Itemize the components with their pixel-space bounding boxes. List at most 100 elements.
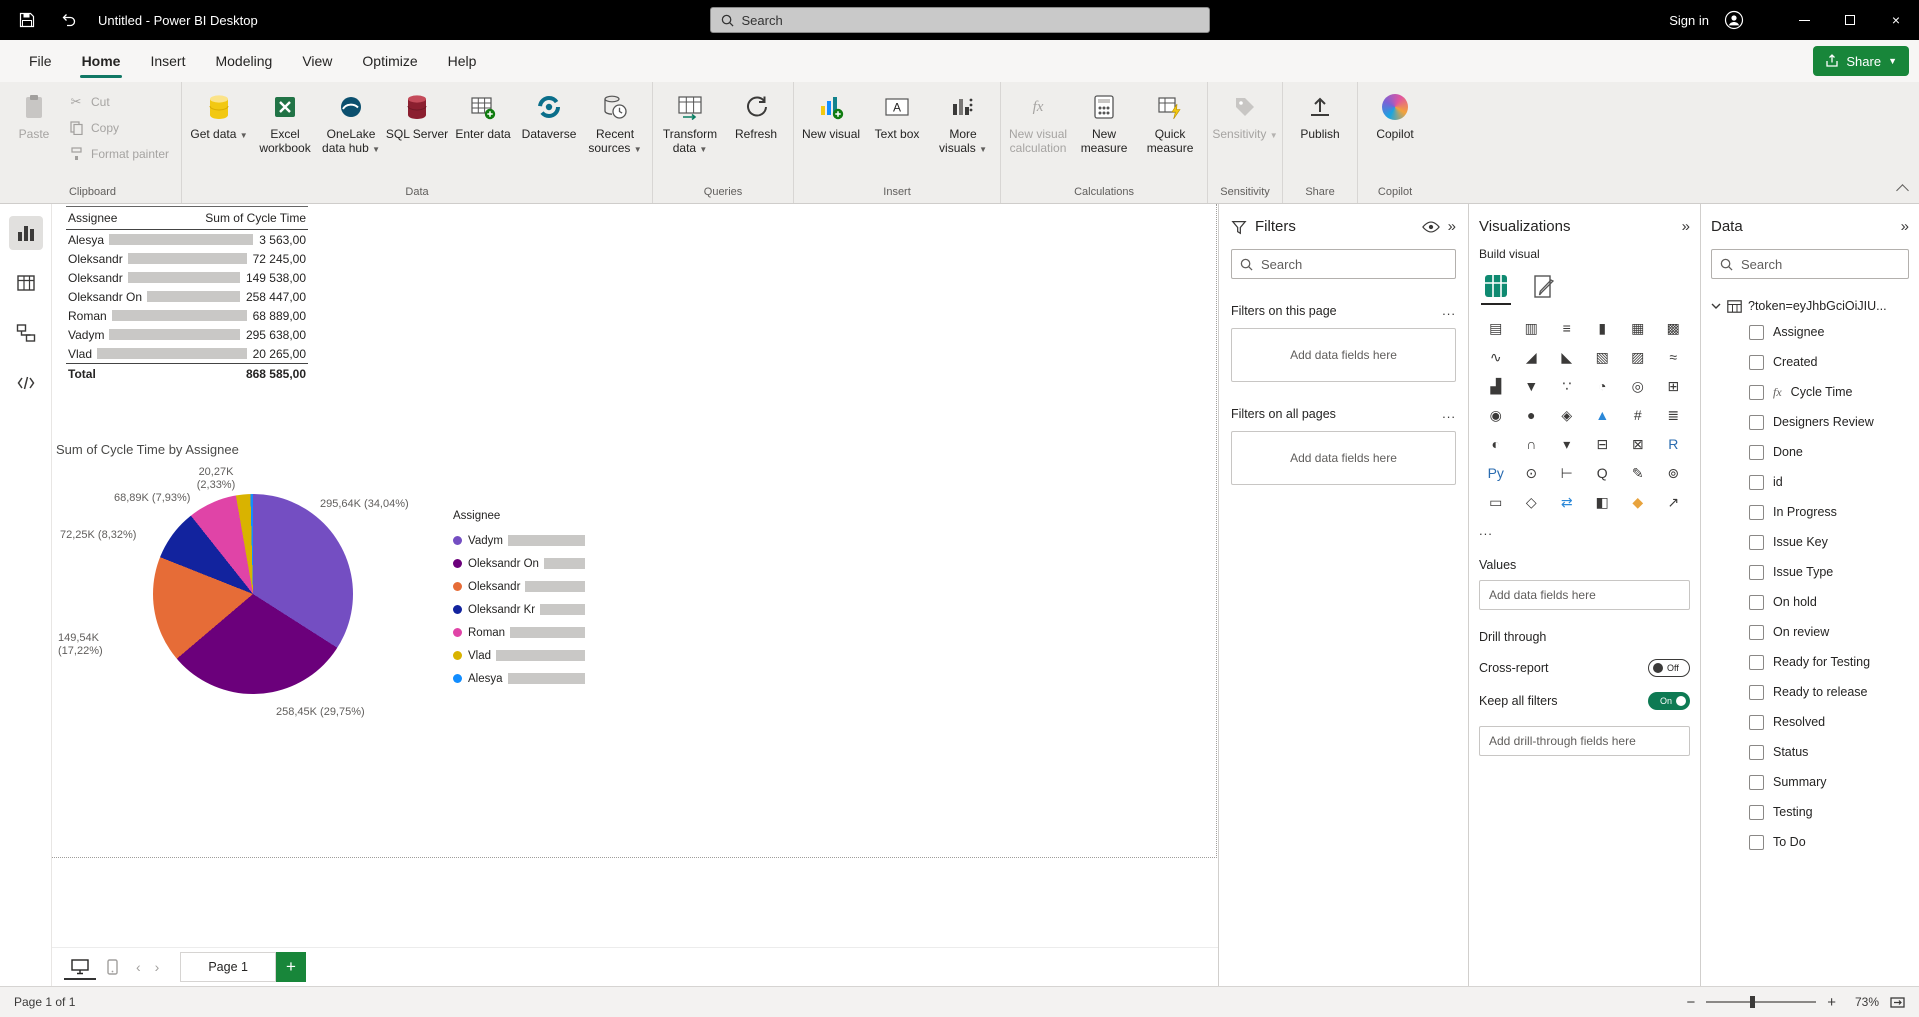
paste-button[interactable]: Paste <box>8 84 60 174</box>
more-options-icon[interactable]: ... <box>1442 303 1456 318</box>
scorecard-icon[interactable]: ◧ <box>1586 489 1620 515</box>
pie-visual[interactable]: Sum of Cycle Time by Assignee 295,64K (3… <box>56 442 656 772</box>
fit-to-page-icon[interactable] <box>1890 995 1905 1010</box>
sql-server-button[interactable]: SQL Server <box>384 84 450 174</box>
paginated-report-icon[interactable]: ▭ <box>1479 489 1513 515</box>
filled-map-icon[interactable]: ● <box>1515 402 1549 428</box>
collapse-pane-icon[interactable]: » <box>1448 218 1456 235</box>
add-page-button[interactable]: + <box>276 952 306 982</box>
search-input[interactable] <box>742 13 1199 28</box>
legend-item[interactable]: Oleksandr On <box>453 552 585 575</box>
sensitivity-button[interactable]: Sensitivity ▼ <box>1212 84 1278 174</box>
table-view-button[interactable] <box>9 266 43 300</box>
legend-item[interactable]: Oleksandr Kr <box>453 598 585 621</box>
smart-narrative-icon[interactable]: ✎ <box>1621 460 1655 486</box>
next-page-icon[interactable]: › <box>148 959 167 975</box>
menu-optimize[interactable]: Optimize <box>347 40 432 82</box>
keep-all-filters-toggle[interactable]: On <box>1648 692 1690 710</box>
field-checkbox[interactable] <box>1749 475 1764 490</box>
desktop-layout-button[interactable] <box>64 954 96 980</box>
field-checkbox[interactable] <box>1749 565 1764 580</box>
key-influencers-icon[interactable]: ⊙ <box>1515 460 1549 486</box>
collapse-ribbon-icon[interactable] <box>1896 184 1909 197</box>
get-data-button[interactable]: Get data ▼ <box>186 84 252 174</box>
qna-visual-icon[interactable]: Q <box>1586 460 1620 486</box>
menu-view[interactable]: View <box>287 40 347 82</box>
dax-query-view-button[interactable] <box>9 366 43 400</box>
stacked-bar-chart-icon[interactable]: ▤ <box>1479 315 1513 341</box>
cross-report-toggle[interactable]: Off <box>1648 659 1690 677</box>
field-checkbox[interactable] <box>1749 325 1764 340</box>
line-and-stacked-column-chart-icon[interactable]: ▧ <box>1586 344 1620 370</box>
dataverse-button[interactable]: Dataverse <box>516 84 582 174</box>
field-row[interactable]: fx Done <box>1711 437 1909 467</box>
field-checkbox[interactable] <box>1749 715 1764 730</box>
table-row[interactable]: Alesya 3 563,00 <box>66 230 308 249</box>
power-apps-icon[interactable]: ◇ <box>1515 489 1549 515</box>
pie-chart[interactable] <box>153 494 353 694</box>
field-checkbox[interactable] <box>1749 655 1764 670</box>
field-row[interactable]: fx Testing <box>1711 797 1909 827</box>
filters-all-dropzone[interactable]: Add data fields here <box>1231 431 1456 485</box>
field-checkbox[interactable] <box>1749 415 1764 430</box>
minimize-button[interactable] <box>1781 0 1827 40</box>
field-checkbox[interactable] <box>1749 595 1764 610</box>
zoom-out-icon[interactable]: − <box>1686 994 1695 1011</box>
chevron-down-icon[interactable] <box>1711 303 1721 310</box>
field-checkbox[interactable] <box>1749 445 1764 460</box>
legend-item[interactable]: Vadym <box>453 529 585 552</box>
field-checkbox[interactable] <box>1749 805 1764 820</box>
report-page[interactable]: Assignee Sum of Cycle Time Alesya 3 563,… <box>52 204 1217 858</box>
table-tree-node[interactable]: ?token=eyJhbGciOiJIU... <box>1711 299 1909 313</box>
table-row[interactable]: Roman 68 889,00 <box>66 306 308 325</box>
field-row[interactable]: fx id <box>1711 467 1909 497</box>
zoom-in-icon[interactable]: + <box>1827 994 1836 1011</box>
quick-measure-button[interactable]: Quick measure <box>1137 84 1203 174</box>
field-checkbox[interactable] <box>1749 685 1764 700</box>
table-row[interactable]: Vadym 295 638,00 <box>66 325 308 344</box>
field-checkbox[interactable] <box>1749 625 1764 640</box>
values-dropzone[interactable]: Add data fields here <box>1479 580 1690 610</box>
format-painter-button[interactable]: Format painter <box>60 142 177 165</box>
card-icon[interactable]: # <box>1621 402 1655 428</box>
menu-help[interactable]: Help <box>433 40 492 82</box>
data-search-input[interactable] <box>1741 257 1900 272</box>
field-checkbox[interactable] <box>1749 355 1764 370</box>
eye-icon[interactable] <box>1422 220 1440 234</box>
table-icon[interactable]: ⊟ <box>1586 431 1620 457</box>
data-search[interactable] <box>1711 249 1909 279</box>
more-visuals-button[interactable]: More visuals ▼ <box>930 84 996 174</box>
legend-item[interactable]: Alesya <box>453 667 585 690</box>
donut-chart-icon[interactable]: ◎ <box>1621 373 1655 399</box>
field-row[interactable]: fx Issue Key <box>1711 527 1909 557</box>
zoom-slider[interactable] <box>1706 1001 1816 1003</box>
decomposition-tree-icon[interactable]: ⊢ <box>1550 460 1584 486</box>
field-row[interactable]: fx To Do <box>1711 827 1909 857</box>
multi-row-card-icon[interactable]: ≣ <box>1657 402 1691 428</box>
field-row[interactable]: fx Ready for Testing <box>1711 647 1909 677</box>
field-row[interactable]: fx Issue Type <box>1711 557 1909 587</box>
funnel-chart-icon[interactable]: ▼ <box>1515 373 1549 399</box>
clustered-column-chart-icon[interactable]: ▮ <box>1586 315 1620 341</box>
hundred-stacked-bar-chart-icon[interactable]: ▦ <box>1621 315 1655 341</box>
table-visual[interactable]: Assignee Sum of Cycle Time Alesya 3 563,… <box>66 206 308 384</box>
field-checkbox[interactable] <box>1749 505 1764 520</box>
format-visual-mode-button[interactable] <box>1529 269 1559 305</box>
field-checkbox[interactable] <box>1749 385 1764 400</box>
new-visual-button[interactable]: New visual <box>798 84 864 174</box>
map-icon[interactable]: ◉ <box>1479 402 1513 428</box>
avatar-icon[interactable] <box>1717 0 1751 40</box>
line-and-clustered-column-chart-icon[interactable]: ▨ <box>1621 344 1655 370</box>
collapse-pane-icon[interactable]: » <box>1901 218 1909 235</box>
report-view-button[interactable] <box>9 216 43 250</box>
field-row[interactable]: fx In Progress <box>1711 497 1909 527</box>
build-visual-mode-button[interactable] <box>1481 269 1511 305</box>
recent-sources-button[interactable]: Recent sources ▼ <box>582 84 648 174</box>
more-options-icon[interactable]: ... <box>1479 523 1690 538</box>
field-row[interactable]: fx Summary <box>1711 767 1909 797</box>
legend-item[interactable]: Oleksandr <box>453 575 585 598</box>
legend-item[interactable]: Roman <box>453 621 585 644</box>
maximize-button[interactable] <box>1827 0 1873 40</box>
kpi-icon[interactable]: ◐ <box>1479 431 1513 457</box>
menu-file[interactable]: File <box>14 40 67 82</box>
